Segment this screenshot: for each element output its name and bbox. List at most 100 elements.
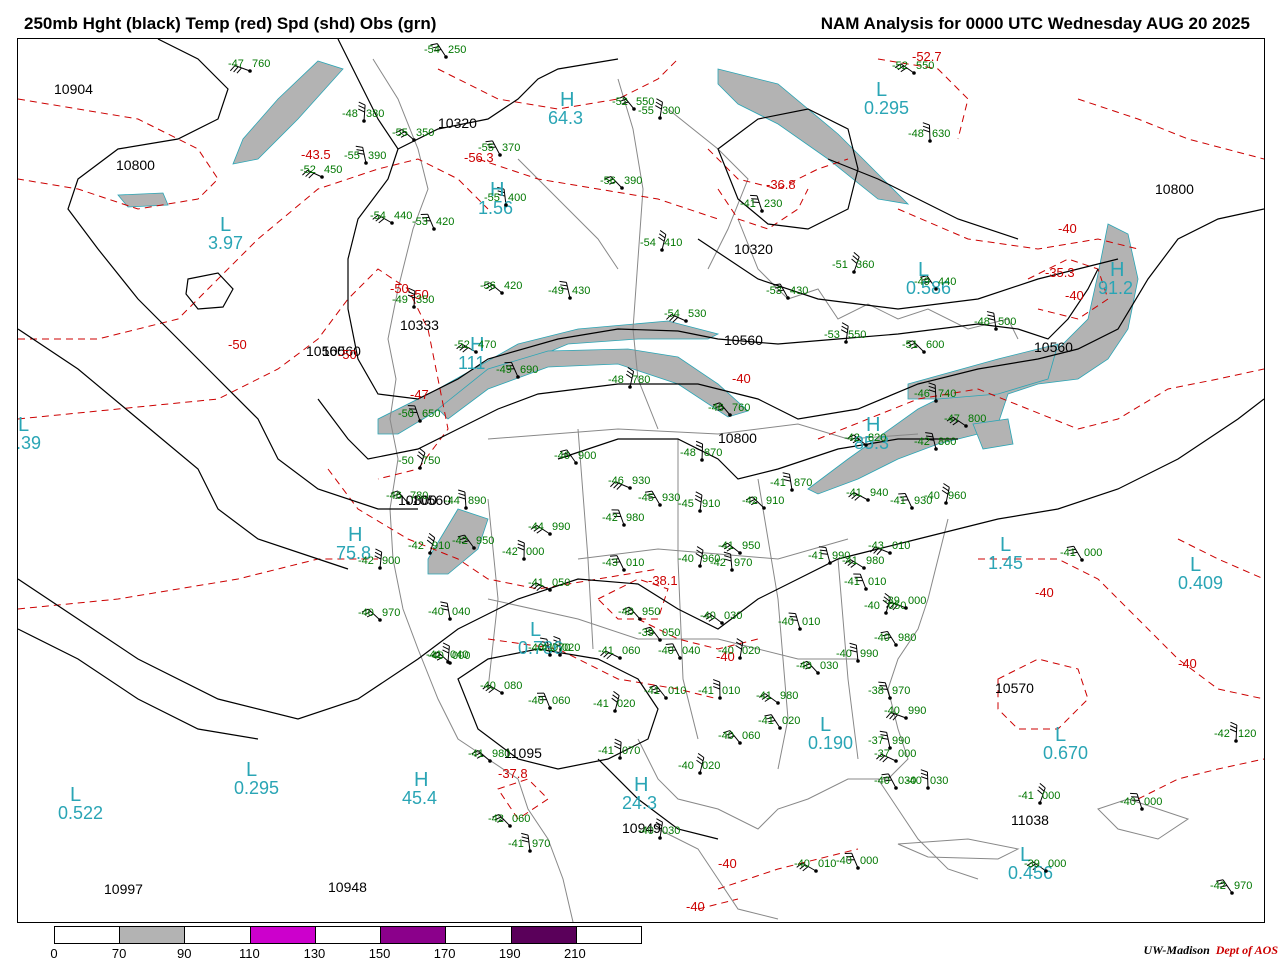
weather-map: 1090410800103201056010333105601056010320… (17, 38, 1265, 923)
wind-barb-shaft (887, 732, 890, 748)
station-obs: -40030 (796, 660, 838, 675)
obs-temp: -40 (1120, 796, 1136, 808)
station-obs: -41070 (598, 745, 640, 760)
station-dot (866, 498, 870, 502)
obs-temp: -55 (344, 150, 360, 162)
station-dot (678, 656, 682, 660)
map-title: 250mb Hght (black) Temp (red) Spd (shd) … (24, 14, 436, 34)
credit: UW-MadisonDept of AOS (1144, 943, 1278, 958)
obs-height: 960 (948, 490, 966, 502)
obs-temp: -40 (864, 600, 880, 612)
obs-height: 470 (478, 339, 496, 351)
station-obs: -42060 (488, 813, 530, 828)
obs-height: 010 (802, 616, 820, 628)
obs-temp: -43 (602, 557, 618, 569)
obs-height: 390 (624, 175, 642, 187)
obs-temp: -41 (756, 690, 772, 702)
obs-temp: -56 (480, 280, 496, 292)
station-dot (618, 756, 622, 760)
obs-temp: -43 (868, 540, 884, 552)
obs-height: 020 (702, 760, 720, 772)
temperature-label: -40 (1178, 656, 1197, 671)
station-dot (894, 759, 898, 763)
legend-tick: 150 (369, 946, 391, 961)
legend-swatch (185, 927, 250, 943)
station-obs: -41000 (1018, 790, 1060, 805)
station-obs: -53430 (766, 285, 808, 300)
obs-temp: -47 (944, 413, 960, 425)
wind-barb-flag (850, 643, 857, 645)
station-obs: -39050 (638, 627, 680, 642)
obs-temp: -42 (602, 512, 618, 524)
low-center: L0.295 (234, 759, 279, 798)
station-dot (508, 824, 512, 828)
obs-height: 000 (860, 855, 878, 867)
wind-barb-flag (923, 123, 930, 125)
height-label: 10560 (724, 332, 763, 348)
center-value: 91.2 (1098, 278, 1133, 298)
wind-barb-shaft (789, 474, 792, 490)
obs-temp: -40 (924, 490, 940, 502)
station-obs: -43010 (602, 557, 644, 572)
station-obs: -45910 (678, 498, 720, 513)
wind-barb-flag (1230, 726, 1236, 729)
wind-barb-shaft (1236, 725, 1237, 741)
obs-temp: -37 (874, 748, 890, 760)
wind-barb-shaft (566, 282, 570, 298)
wind-barb-flag (921, 773, 928, 775)
legend-tick: 210 (564, 946, 586, 961)
high-center: H45.4 (402, 769, 437, 808)
height-label: 10320 (734, 241, 773, 257)
obs-temp: -41 (770, 477, 786, 489)
legend-tick: 130 (304, 946, 326, 961)
station-dot (1080, 558, 1084, 562)
wind-barb-flag (987, 312, 994, 314)
station-dot (852, 270, 856, 274)
station-dot (548, 706, 552, 710)
obs-height: 030 (820, 660, 838, 672)
station-dot (926, 786, 930, 790)
obs-height: 080 (504, 680, 522, 692)
station-obs: -45930 (638, 492, 680, 507)
station-dot (548, 588, 552, 592)
station-dot (910, 506, 914, 510)
station-dot (448, 617, 452, 621)
obs-temp: -39 (638, 627, 654, 639)
station-obs: -40000 (836, 855, 878, 870)
wind-barb-flag (655, 106, 661, 110)
station-obs: -40010 (778, 616, 820, 631)
station-dot (658, 503, 662, 507)
obs-temp: -42 (710, 557, 726, 569)
obs-temp: -41 (808, 550, 824, 562)
obs-height: 780 (632, 374, 650, 386)
obs-height: 860 (938, 436, 956, 448)
obs-temp: -46 (386, 490, 402, 502)
obs-temp: -56 (600, 175, 616, 187)
obs-temp: -40 (678, 553, 694, 565)
obs-height: 060 (552, 695, 570, 707)
center-value: 0.670 (1043, 743, 1088, 763)
obs-temp: -38 (868, 685, 884, 697)
wind-barb-flag (713, 683, 720, 685)
wind-barbs (230, 44, 1236, 893)
wind-barb-flag (518, 540, 524, 543)
obs-height: 970 (532, 838, 550, 850)
obs-temp: -40 (794, 858, 810, 870)
obs-temp: -40 (428, 650, 444, 662)
obs-height: 990 (892, 735, 910, 747)
obs-temp: -46 (914, 388, 930, 400)
temperature-label: -40 (686, 899, 705, 914)
obs-temp: -54 (370, 210, 386, 222)
temperature-label: -38.1 (648, 573, 678, 588)
wind-barb-flag (789, 613, 796, 614)
station-obs: -51600 (902, 339, 944, 354)
station-dot (658, 116, 662, 120)
station-dot (698, 564, 702, 568)
station-dot (568, 296, 572, 300)
station-obs: -54440 (370, 210, 412, 225)
wind-barb-flag (697, 547, 703, 551)
wind-barb-shaft (364, 105, 365, 121)
height-label: 10560 (1034, 339, 1073, 355)
obs-temp: -40 (618, 606, 634, 618)
obs-temp: -40 (700, 610, 716, 622)
